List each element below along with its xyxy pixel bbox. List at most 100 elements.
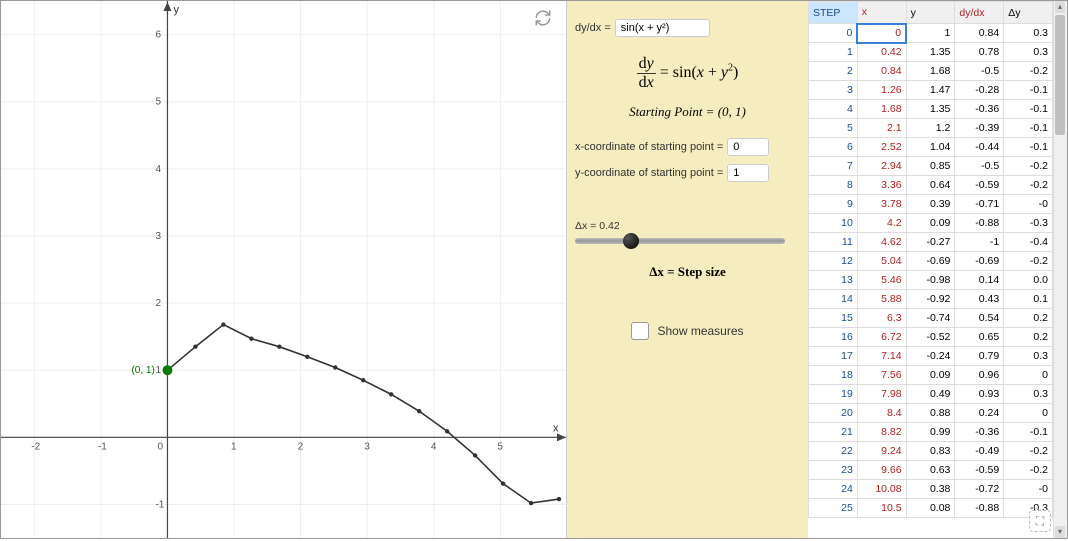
cell-step[interactable]: 20 xyxy=(809,404,858,423)
cell-step[interactable]: 12 xyxy=(809,252,858,271)
cell-y[interactable]: 1.35 xyxy=(906,43,955,62)
cell-dydx[interactable]: 0.96 xyxy=(955,366,1004,385)
graph-panel[interactable]: -2-112345-11234560xy(0, 1) xyxy=(1,1,567,538)
x-coord-input[interactable] xyxy=(727,138,769,156)
cell-x[interactable]: 1.68 xyxy=(857,100,906,119)
table-row[interactable]: 2510.50.08-0.88-0.3 xyxy=(809,499,1053,518)
cell-x[interactable]: 9.24 xyxy=(857,442,906,461)
cell-y[interactable]: -0.52 xyxy=(906,328,955,347)
cell-y[interactable]: 0.83 xyxy=(906,442,955,461)
cell-dy[interactable]: 0 xyxy=(1004,366,1053,385)
cell-step[interactable]: 15 xyxy=(809,309,858,328)
cell-step[interactable]: 17 xyxy=(809,347,858,366)
cell-dydx[interactable]: 0.14 xyxy=(955,271,1004,290)
cell-dydx[interactable]: 0.54 xyxy=(955,309,1004,328)
cell-dydx[interactable]: -0.69 xyxy=(955,252,1004,271)
cell-dydx[interactable]: 0.79 xyxy=(955,347,1004,366)
table-row[interactable]: 229.240.83-0.49-0.2 xyxy=(809,442,1053,461)
cell-dy[interactable]: 0.2 xyxy=(1004,309,1053,328)
cell-y[interactable]: 1.35 xyxy=(906,100,955,119)
table-row[interactable]: 104.20.09-0.88-0.3 xyxy=(809,214,1053,233)
table-row[interactable]: 62.521.04-0.44-0.1 xyxy=(809,138,1053,157)
cell-step[interactable]: 5 xyxy=(809,119,858,138)
cell-dy[interactable]: -0.2 xyxy=(1004,461,1053,480)
cell-dy[interactable]: 0.1 xyxy=(1004,290,1053,309)
cell-x[interactable]: 8.4 xyxy=(857,404,906,423)
cell-step[interactable]: 0 xyxy=(809,24,858,43)
cell-x[interactable]: 7.14 xyxy=(857,347,906,366)
cell-dy[interactable]: 0.3 xyxy=(1004,347,1053,366)
cell-y[interactable]: 1.04 xyxy=(906,138,955,157)
cell-step[interactable]: 8 xyxy=(809,176,858,195)
cell-x[interactable]: 5.04 xyxy=(857,252,906,271)
col-header-step[interactable]: STEP xyxy=(809,2,858,24)
cell-dy[interactable]: -0 xyxy=(1004,480,1053,499)
col-header-dy[interactable]: Δy xyxy=(1004,2,1053,24)
cell-step[interactable]: 7 xyxy=(809,157,858,176)
cell-y[interactable]: 0.63 xyxy=(906,461,955,480)
table-row[interactable]: 177.14-0.240.790.3 xyxy=(809,347,1053,366)
coordinate-plane[interactable]: -2-112345-11234560xy(0, 1) xyxy=(1,1,566,538)
cell-y[interactable]: 0.38 xyxy=(906,480,955,499)
cell-x[interactable]: 3.36 xyxy=(857,176,906,195)
table-row[interactable]: 0010.840.3 xyxy=(809,24,1053,43)
cell-dydx[interactable]: 0.65 xyxy=(955,328,1004,347)
table-row[interactable]: 93.780.39-0.71-0 xyxy=(809,195,1053,214)
cell-dydx[interactable]: -0.36 xyxy=(955,423,1004,442)
refresh-icon[interactable] xyxy=(534,9,552,30)
table-row[interactable]: 208.40.880.240 xyxy=(809,404,1053,423)
y-coord-input[interactable] xyxy=(727,164,769,182)
cell-dydx[interactable]: 0.84 xyxy=(955,24,1004,43)
cell-dy[interactable]: -0.3 xyxy=(1004,214,1053,233)
cell-x[interactable]: 0 xyxy=(857,24,906,43)
fullscreen-icon[interactable]: ⛶ xyxy=(1029,510,1051,532)
cell-x[interactable]: 4.62 xyxy=(857,233,906,252)
cell-dy[interactable]: -0.4 xyxy=(1004,233,1053,252)
cell-dydx[interactable]: 0.24 xyxy=(955,404,1004,423)
cell-step[interactable]: 14 xyxy=(809,290,858,309)
cell-step[interactable]: 6 xyxy=(809,138,858,157)
cell-step[interactable]: 21 xyxy=(809,423,858,442)
cell-y[interactable]: 0.49 xyxy=(906,385,955,404)
table-row[interactable]: 125.04-0.69-0.69-0.2 xyxy=(809,252,1053,271)
cell-x[interactable]: 10.5 xyxy=(857,499,906,518)
cell-dy[interactable]: 0 xyxy=(1004,404,1053,423)
cell-x[interactable]: 8.82 xyxy=(857,423,906,442)
cell-dydx[interactable]: -0.36 xyxy=(955,100,1004,119)
cell-y[interactable]: -0.27 xyxy=(906,233,955,252)
cell-dydx[interactable]: -0.28 xyxy=(955,81,1004,100)
cell-dy[interactable]: -0.2 xyxy=(1004,252,1053,271)
cell-dydx[interactable]: -0.88 xyxy=(955,499,1004,518)
cell-step[interactable]: 22 xyxy=(809,442,858,461)
table-row[interactable]: 218.820.99-0.36-0.1 xyxy=(809,423,1053,442)
cell-y[interactable]: 1 xyxy=(906,24,955,43)
table-row[interactable]: 20.841.68-0.5-0.2 xyxy=(809,62,1053,81)
cell-step[interactable]: 4 xyxy=(809,100,858,119)
cell-dy[interactable]: -0.1 xyxy=(1004,423,1053,442)
cell-y[interactable]: -0.92 xyxy=(906,290,955,309)
table-row[interactable]: 114.62-0.27-1-0.4 xyxy=(809,233,1053,252)
cell-dydx[interactable]: -1 xyxy=(955,233,1004,252)
cell-x[interactable]: 9.66 xyxy=(857,461,906,480)
show-measures-checkbox[interactable] xyxy=(631,322,649,340)
cell-x[interactable]: 7.56 xyxy=(857,366,906,385)
cell-y[interactable]: 0.64 xyxy=(906,176,955,195)
cell-dy[interactable]: -0.1 xyxy=(1004,100,1053,119)
table-row[interactable]: 166.72-0.520.650.2 xyxy=(809,328,1053,347)
cell-x[interactable]: 5.88 xyxy=(857,290,906,309)
col-header-dydx[interactable]: dy/dx xyxy=(955,2,1004,24)
cell-y[interactable]: 0.88 xyxy=(906,404,955,423)
cell-x[interactable]: 4.2 xyxy=(857,214,906,233)
cell-dydx[interactable]: -0.5 xyxy=(955,62,1004,81)
cell-dy[interactable]: 0.3 xyxy=(1004,24,1053,43)
cell-x[interactable]: 0.84 xyxy=(857,62,906,81)
cell-step[interactable]: 18 xyxy=(809,366,858,385)
cell-x[interactable]: 1.26 xyxy=(857,81,906,100)
cell-dy[interactable]: -0.2 xyxy=(1004,442,1053,461)
cell-step[interactable]: 25 xyxy=(809,499,858,518)
cell-dy[interactable]: -0 xyxy=(1004,195,1053,214)
cell-dydx[interactable]: 0.78 xyxy=(955,43,1004,62)
cell-dy[interactable]: 0.2 xyxy=(1004,328,1053,347)
col-header-y[interactable]: y xyxy=(906,2,955,24)
table-row[interactable]: 52.11.2-0.39-0.1 xyxy=(809,119,1053,138)
